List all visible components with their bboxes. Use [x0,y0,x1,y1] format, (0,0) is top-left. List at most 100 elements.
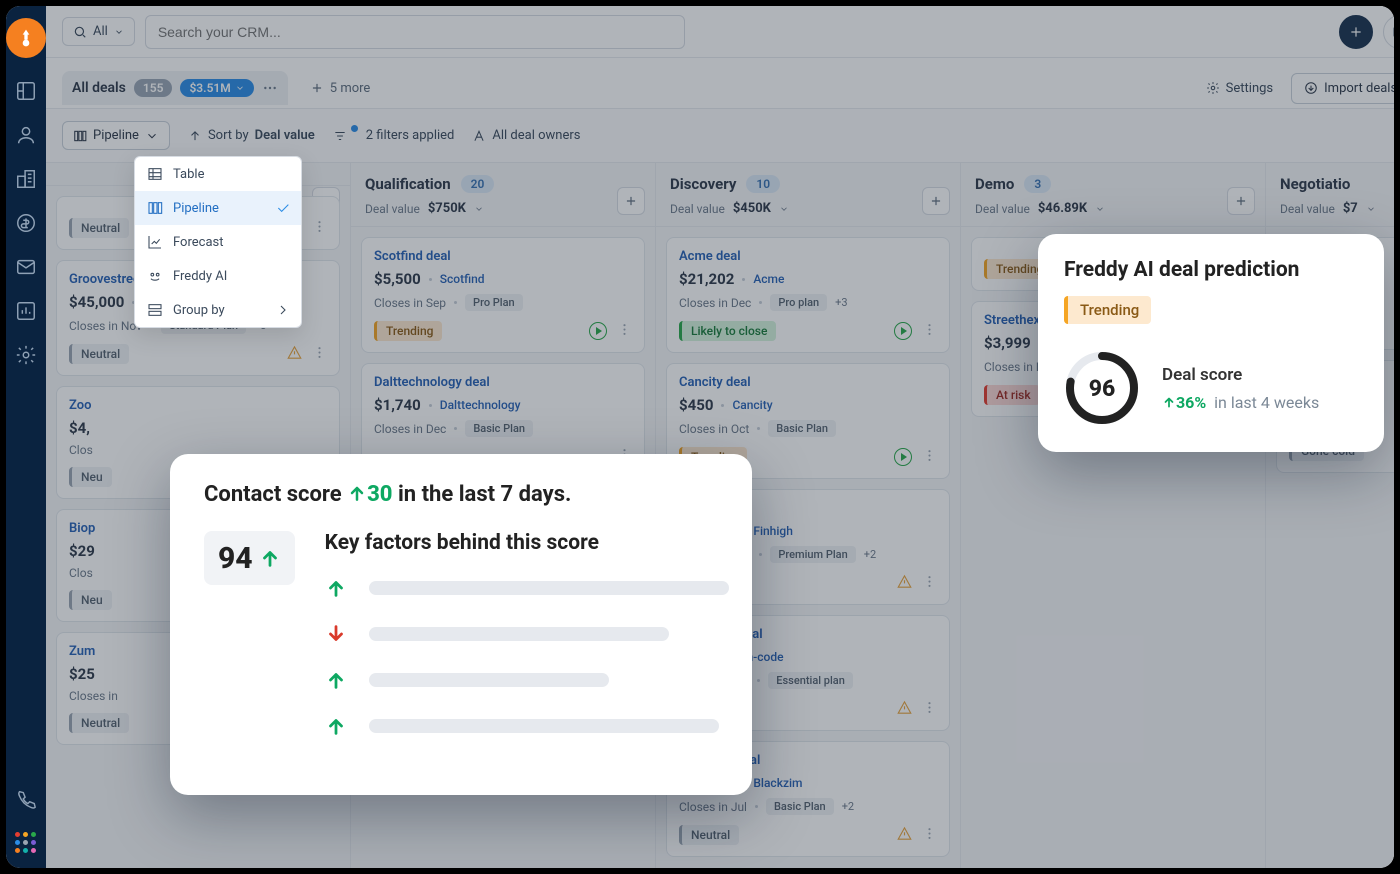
deals-icon[interactable] [15,212,37,234]
more-views-button[interactable]: 5 more [300,75,381,102]
app-logo[interactable] [6,18,46,58]
freddy-prediction-popover: Freddy AI deal prediction Trending 96 De… [1038,234,1384,452]
arrow-up-icon [325,715,347,737]
contact-score-title: Contact score 30 in the last 7 days. [204,482,571,507]
view-option-table[interactable]: Table [135,157,301,191]
reports-icon[interactable] [15,300,37,322]
card-menu-icon[interactable] [922,826,937,845]
deal-account[interactable]: Acme [753,272,784,286]
column-title: Negotiatio [1280,175,1350,193]
arrow-up-icon [325,577,347,599]
left-nav [6,6,46,868]
scope-label: All [93,24,108,39]
deal-name: Dalttechnology deal [374,375,632,390]
view-mode-menu: Table Pipeline Forecast Freddy AI Group … [134,156,302,328]
more-tags[interactable]: +3 [835,296,847,309]
score-factor-row [325,623,729,645]
card-menu-icon[interactable] [617,322,632,341]
deal-account[interactable]: Cancity [732,398,772,412]
top-bar: All 2 [46,6,1394,58]
column-count: 3 [1024,175,1051,193]
view-mode-dropdown[interactable]: Pipeline [62,121,170,150]
dashboard-icon[interactable] [15,80,37,102]
tab-more-icon[interactable] [262,80,278,96]
play-icon[interactable] [894,322,912,340]
deal-name: Cancity deal [679,375,937,390]
warning-icon [897,826,912,845]
more-tags[interactable]: +2 [842,800,854,813]
view-header: All deals 155 $3.51M 5 more Settings [46,58,1394,109]
close-date: Closes in Jul [679,800,747,814]
card-menu-icon[interactable] [922,322,937,341]
view-option-freddy[interactable]: Freddy AI [135,259,301,293]
deal-amount: $25 [69,665,95,683]
owners-filter[interactable]: All deal owners [472,128,580,143]
plan-tag: Pro Plan [465,294,523,311]
prediction-tag: Trending [1064,296,1151,324]
tab-all-deals[interactable]: All deals 155 $3.51M [62,71,288,105]
status-tag: Neu [69,590,112,610]
deal-card[interactable]: Acme deal $21,202Acme Closes in DecPro p… [666,237,950,353]
deal-amount: $45,000 [69,293,124,311]
phone-icon[interactable] [15,788,37,810]
add-card-button[interactable] [1227,187,1255,215]
deal-amount: $3,999 [984,334,1031,352]
deal-amount: $450 [679,396,713,414]
play-icon[interactable] [894,448,912,466]
close-date: Closes in Dec [679,296,751,310]
close-date: Clos [69,443,93,457]
view-option-forecast[interactable]: Forecast [135,225,301,259]
card-menu-icon[interactable] [922,700,937,719]
sort-button[interactable]: Sort by Deal value [188,128,315,143]
import-deals-button[interactable]: Import deals [1291,73,1394,104]
card-menu-icon[interactable] [922,448,937,467]
prediction-title: Freddy AI deal prediction [1064,258,1358,282]
column-count: 10 [746,175,780,193]
add-card-button[interactable] [922,187,950,215]
deal-account[interactable]: Blackzim [753,776,802,790]
inbox-icon[interactable] [1383,15,1394,49]
deal-account[interactable]: Finhigh [753,524,793,538]
card-menu-icon[interactable] [312,219,327,238]
score-factor-row [325,669,729,691]
view-option-groupby[interactable]: Group by [135,293,301,327]
plan-tag: Premium Plan [770,546,855,563]
status-tag: Neutral [69,218,129,238]
scope-dropdown[interactable]: All [62,17,135,46]
arrow-down-icon [325,623,347,645]
card-menu-icon[interactable] [312,345,327,364]
settings-icon[interactable] [15,344,37,366]
warning-icon [897,574,912,593]
view-option-pipeline[interactable]: Pipeline [135,191,301,225]
more-tags[interactable]: +2 [864,548,876,561]
status-tag: Neutral [69,713,129,733]
global-search-input[interactable] [145,15,685,49]
warning-icon [287,345,302,364]
settings-link[interactable]: Settings [1198,75,1281,102]
status-tag: Neutral [69,344,129,364]
warning-icon [897,700,912,719]
close-date: Closes in Dec [374,422,446,436]
mail-icon[interactable] [15,256,37,278]
apps-icon[interactable] [15,832,37,854]
deal-account[interactable]: Scotfind [440,272,485,286]
quick-add-button[interactable] [1339,15,1373,49]
deal-card[interactable]: Scotfind deal $5,500Scotfind Closes in S… [361,237,645,353]
plan-tag: Basic Plan [768,420,836,437]
accounts-icon[interactable] [15,168,37,190]
score-factor-row [325,577,729,599]
play-icon[interactable] [589,322,607,340]
deal-value-pill: $3.51M [180,79,253,97]
card-menu-icon[interactable] [922,574,937,593]
deal-name: Acme deal [679,249,937,264]
deal-account[interactable]: Dalttechnology [440,398,521,412]
contacts-icon[interactable] [15,124,37,146]
plan-tag: Pro plan [770,294,827,311]
add-card-button[interactable] [617,187,645,215]
key-factors-heading: Key factors behind this score [325,531,729,555]
deal-score-donut: 96 [1064,350,1140,426]
factor-placeholder [369,719,719,733]
column-count: 20 [461,175,495,193]
column-title: Discovery [670,175,736,193]
filters-button[interactable]: 2 filters applied [333,128,455,143]
